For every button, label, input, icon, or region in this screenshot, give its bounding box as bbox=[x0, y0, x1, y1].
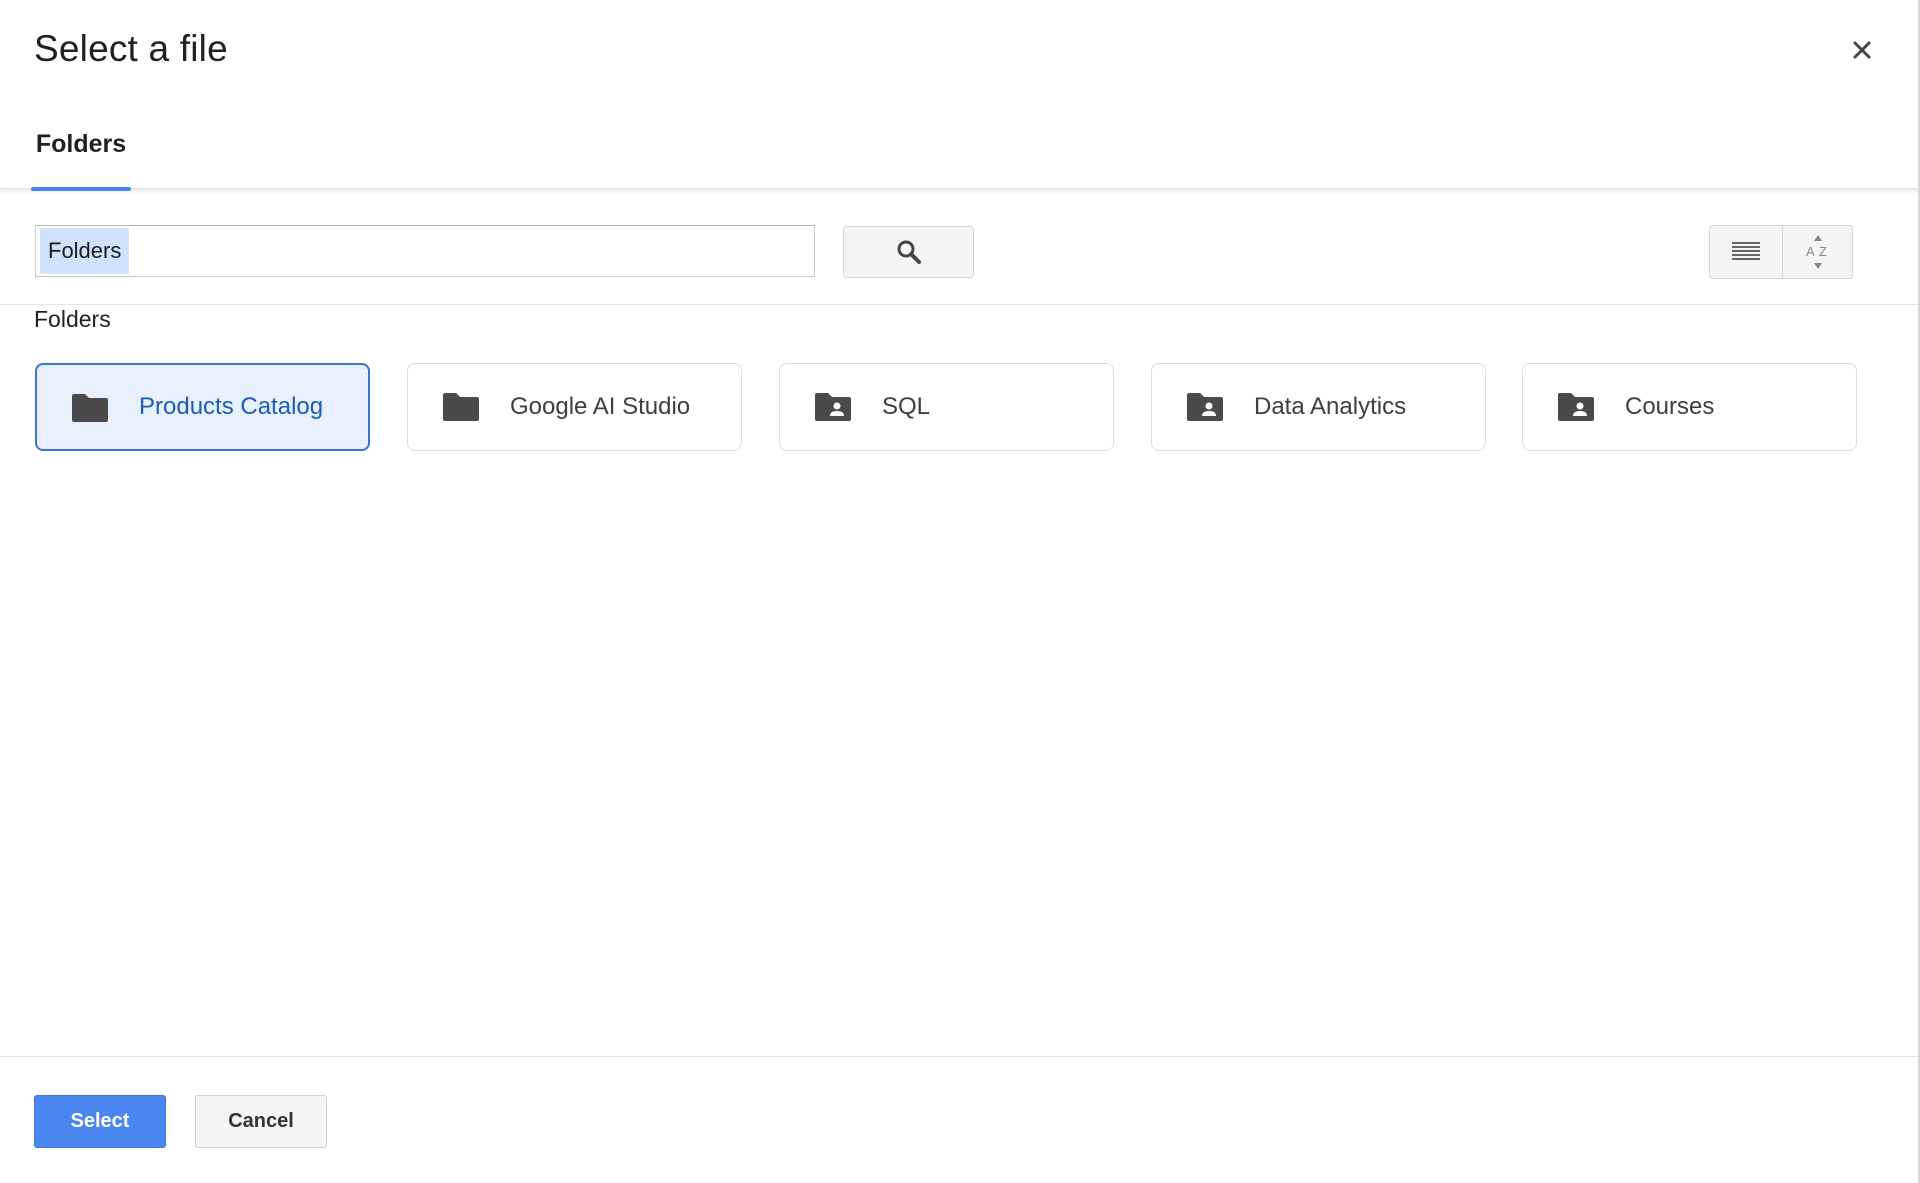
shared-folder-icon bbox=[1187, 393, 1223, 421]
folder-icon bbox=[72, 394, 108, 422]
folder-tile-google-ai-studio[interactable]: Google AI Studio bbox=[407, 363, 742, 451]
cancel-button[interactable]: Cancel bbox=[195, 1095, 327, 1148]
folder-icon bbox=[443, 393, 479, 421]
dialog-footer: Select Cancel bbox=[0, 1056, 1920, 1183]
search-button[interactable] bbox=[843, 226, 974, 278]
select-button[interactable]: Select bbox=[34, 1095, 166, 1148]
search-input[interactable]: Folders bbox=[35, 225, 815, 277]
close-button[interactable] bbox=[1842, 30, 1882, 70]
svg-text:A: A bbox=[1806, 244, 1815, 259]
folder-name: Products Catalog bbox=[139, 393, 324, 420]
search-icon bbox=[897, 240, 921, 264]
folder-tile-data-analytics[interactable]: Data Analytics bbox=[1151, 363, 1486, 451]
toolbar: Folders A Z bbox=[0, 190, 1920, 305]
shared-folder-icon bbox=[815, 393, 851, 421]
folder-tile-courses[interactable]: Courses bbox=[1522, 363, 1857, 451]
shared-folder-icon bbox=[1558, 393, 1594, 421]
folder-name: Courses bbox=[1625, 393, 1715, 420]
sort-az-icon: A Z bbox=[1806, 235, 1827, 269]
svg-text:Z: Z bbox=[1819, 244, 1827, 259]
tab-bar: Folders bbox=[0, 100, 1920, 191]
folder-name: Data Analytics bbox=[1254, 393, 1407, 420]
folder-tile-products-catalog[interactable]: Products Catalog bbox=[35, 363, 370, 451]
folder-name: Google AI Studio bbox=[510, 393, 691, 420]
close-icon bbox=[1853, 41, 1871, 59]
folder-name: SQL bbox=[882, 393, 931, 420]
tab-folders[interactable]: Folders bbox=[31, 100, 131, 191]
dialog-title: Select a file bbox=[34, 28, 228, 69]
list-view-icon bbox=[1732, 242, 1760, 260]
file-picker-dialog: Select a file Folders Folders A Z Folder… bbox=[0, 0, 1920, 1183]
section-label: Folders bbox=[34, 306, 111, 332]
folder-tile-sql[interactable]: SQL bbox=[779, 363, 1114, 451]
search-chip[interactable]: Folders bbox=[40, 228, 130, 274]
sort-button[interactable]: A Z bbox=[1783, 225, 1853, 279]
list-view-button[interactable] bbox=[1709, 225, 1783, 279]
